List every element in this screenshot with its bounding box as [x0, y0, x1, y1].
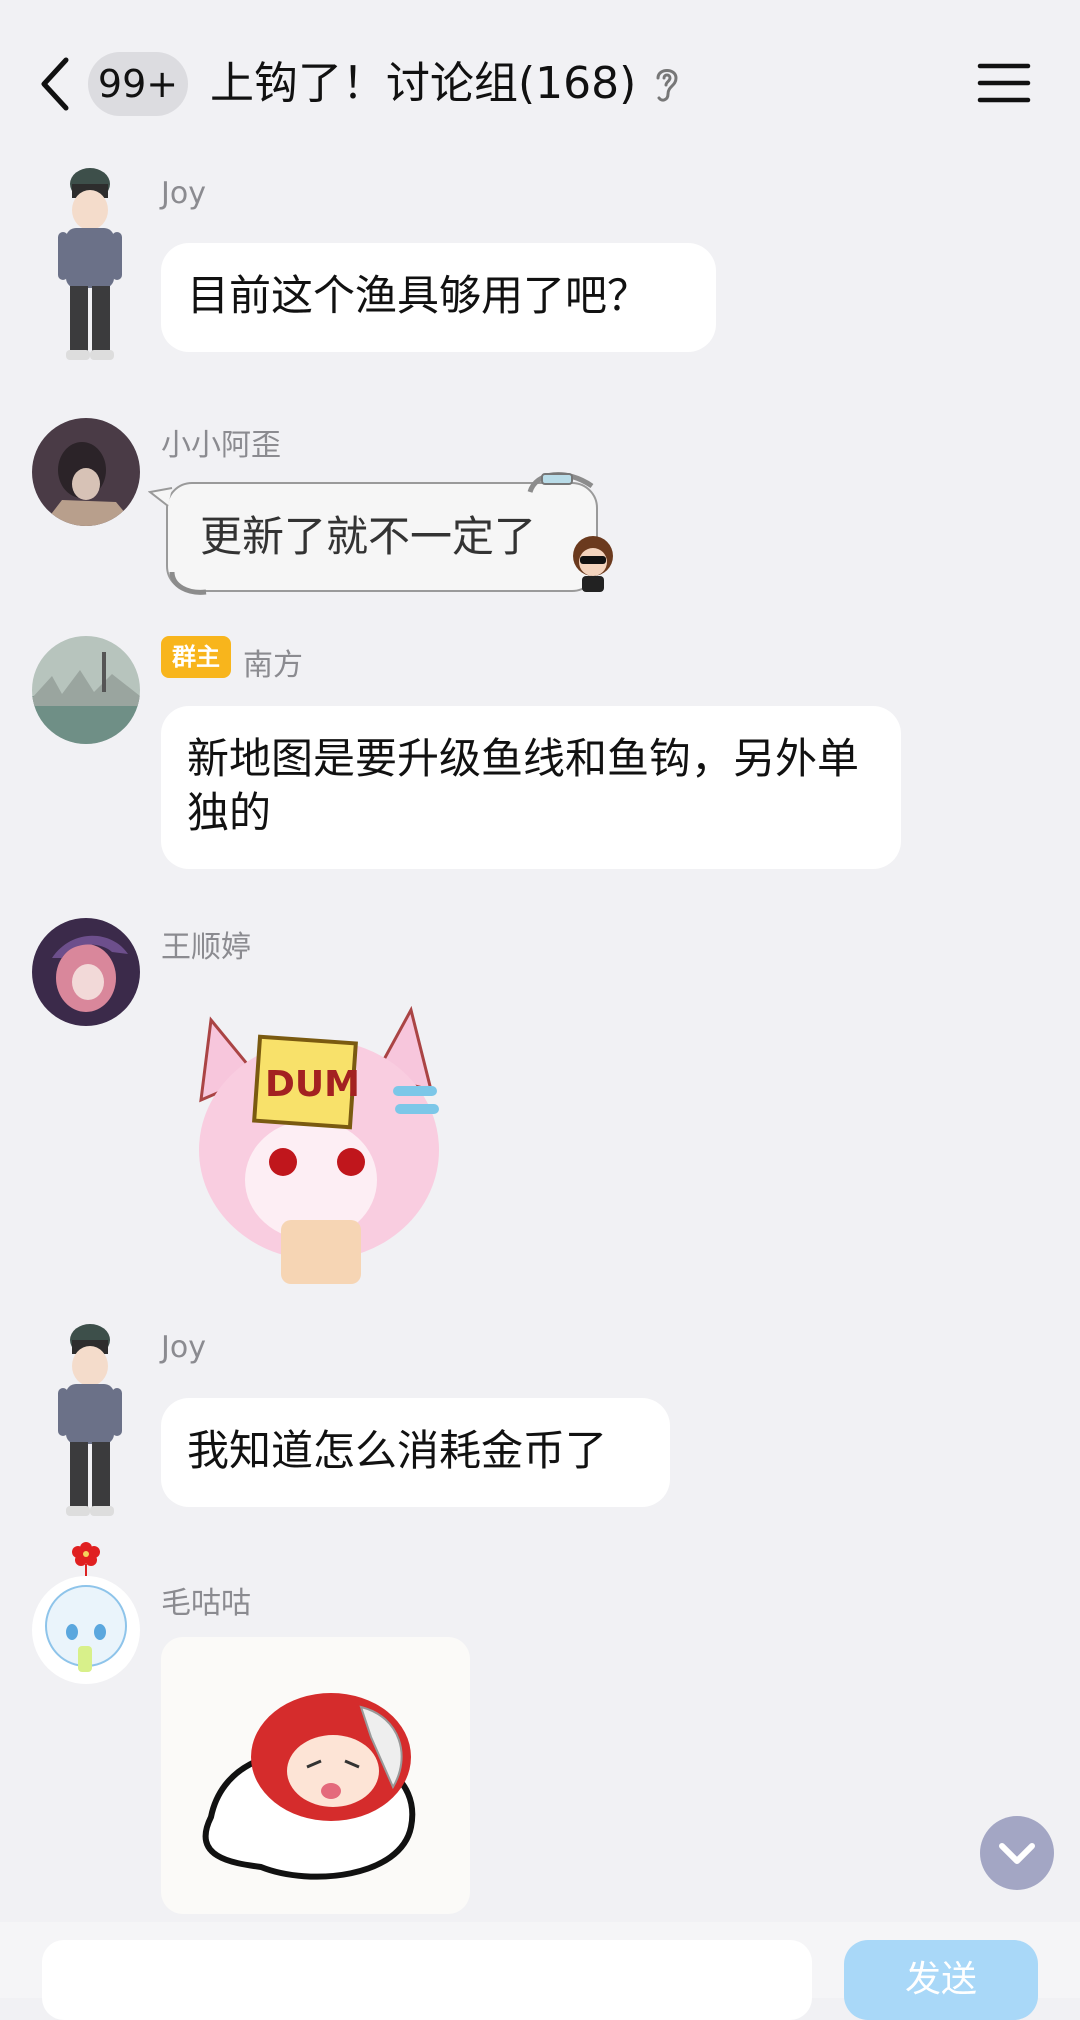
message-text: 更新了就不一定了 [200, 512, 537, 561]
scroll-to-bottom-button[interactable] [980, 1816, 1054, 1890]
sender-name: Joy [161, 176, 206, 211]
chevron-down-icon [999, 1843, 1035, 1864]
send-button[interactable]: 发送 [844, 1940, 1038, 2020]
group-owner-badge: 群主 [161, 636, 231, 678]
hamburger-menu-icon [977, 63, 1031, 103]
bubble-corner-decoration [527, 472, 594, 493]
menu-button[interactable] [976, 58, 1032, 108]
avatar-maogugu[interactable] [32, 1576, 140, 1684]
sticker-image[interactable] [161, 1637, 470, 1914]
bubble-tail-decoration [148, 487, 173, 507]
chevron-left-icon [41, 57, 69, 111]
message-bubble[interactable]: 我知道怎么消耗金币了 [161, 1398, 670, 1507]
back-button[interactable] [34, 52, 78, 116]
avatar-wangshunting[interactable] [32, 918, 140, 1026]
chat-title[interactable]: 上钩了！讨论组(168) [210, 52, 636, 116]
avatar-nanfang[interactable] [32, 636, 140, 744]
message-bubble[interactable]: 目前这个渔具够用了吧？ [161, 243, 716, 352]
ear-icon[interactable] [650, 62, 684, 106]
avatar-joy[interactable] [50, 166, 130, 366]
bubble-corner-decoration [169, 571, 207, 595]
avatar-joy[interactable] [50, 1322, 130, 1522]
sender-name: 小小阿歪 [161, 428, 281, 463]
flower-icon [72, 1542, 100, 1576]
sender-name: Joy [161, 1330, 206, 1365]
sticker-text: DUM [265, 1064, 360, 1105]
avatar-xiaoxiao[interactable] [32, 418, 140, 526]
sender-name: 南方 [243, 648, 303, 683]
sender-name: 王顺婷 [161, 930, 251, 965]
character-sticker-icon [573, 536, 613, 592]
sender-name: 毛咕咕 [161, 1586, 251, 1621]
unread-count-badge[interactable]: 99+ [88, 52, 188, 116]
message-input[interactable] [42, 1940, 812, 2020]
sticker-image[interactable]: DUM [161, 980, 465, 1284]
chat-header: 99+ 上钩了！讨论组(168) [0, 0, 1080, 160]
message-bubble[interactable]: 新地图是要升级鱼线和鱼钩，另外单独的 [161, 706, 901, 869]
